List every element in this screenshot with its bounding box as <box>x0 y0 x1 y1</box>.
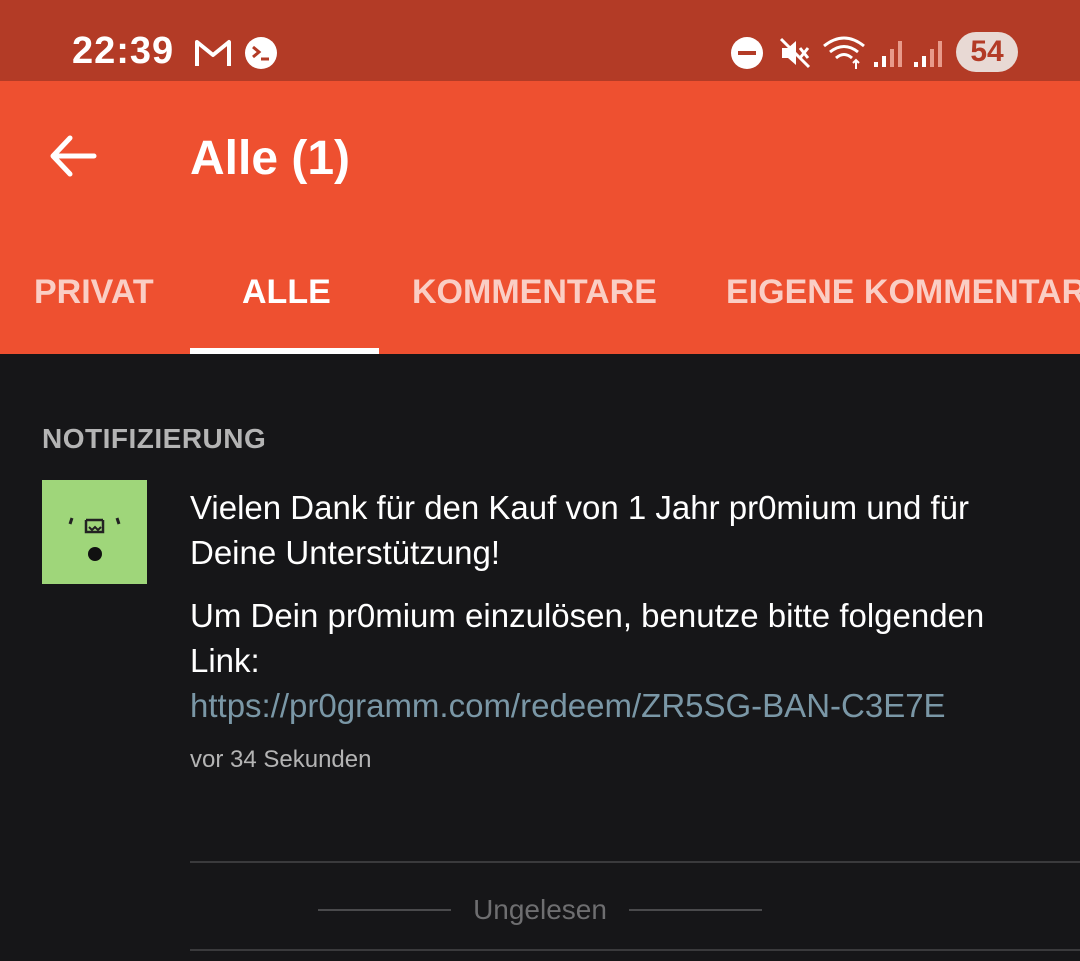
battery-level: 54 <box>956 32 1018 72</box>
unread-label: Ungelesen <box>473 894 607 925</box>
signal-icon <box>874 41 902 67</box>
page-title: Alle (1) <box>190 132 351 185</box>
app-bar: Alle (1) PRIVAT ALLE KOMMENTARE EIGENE K… <box>0 81 1080 354</box>
terminal-icon <box>245 37 277 69</box>
do-not-disturb-icon <box>731 37 763 69</box>
tab-bar: PRIVAT ALLE KOMMENTARE EIGENE KOMMENTARE <box>0 261 1080 354</box>
section-title: NOTIFIZIERUNG <box>42 423 267 454</box>
divider <box>190 861 1080 863</box>
avatar[interactable] <box>42 480 147 584</box>
back-button[interactable] <box>48 133 102 179</box>
status-time: 22:39 <box>72 30 175 72</box>
unread-separator: Ungelesen <box>318 890 762 930</box>
message-line-2: Um Dein pr0mium einzulösen, benutze bitt… <box>190 597 985 679</box>
tab-kommentare[interactable]: KOMMENTARE <box>412 273 657 312</box>
wifi-icon <box>823 36 865 69</box>
gmail-icon <box>195 40 231 66</box>
active-tab-indicator <box>190 348 379 354</box>
avatar-face-icon <box>68 517 121 561</box>
signal-icon <box>914 41 942 67</box>
message-line-1: Vielen Dank für den Kauf von 1 Jahr pr0m… <box>190 489 969 571</box>
mute-icon <box>779 37 811 69</box>
separator-line <box>628 909 762 911</box>
notification-message: Vielen Dank für den Kauf von 1 Jahr pr0m… <box>190 485 1060 728</box>
status-bar: 22:39 54 <box>0 0 1080 81</box>
tab-alle[interactable]: ALLE <box>242 273 331 312</box>
divider <box>190 949 1080 951</box>
tab-privat[interactable]: PRIVAT <box>34 273 154 312</box>
redeem-link[interactable]: https://pr0gramm.com/redeem/ZR5SG-BAN-C3… <box>190 683 1060 728</box>
notification-timestamp: vor 34 Sekunden <box>190 746 372 773</box>
separator-line <box>318 909 452 911</box>
tab-eigene-kommentare[interactable]: EIGENE KOMMENTARE <box>726 273 1080 312</box>
arrow-left-icon <box>50 135 97 177</box>
